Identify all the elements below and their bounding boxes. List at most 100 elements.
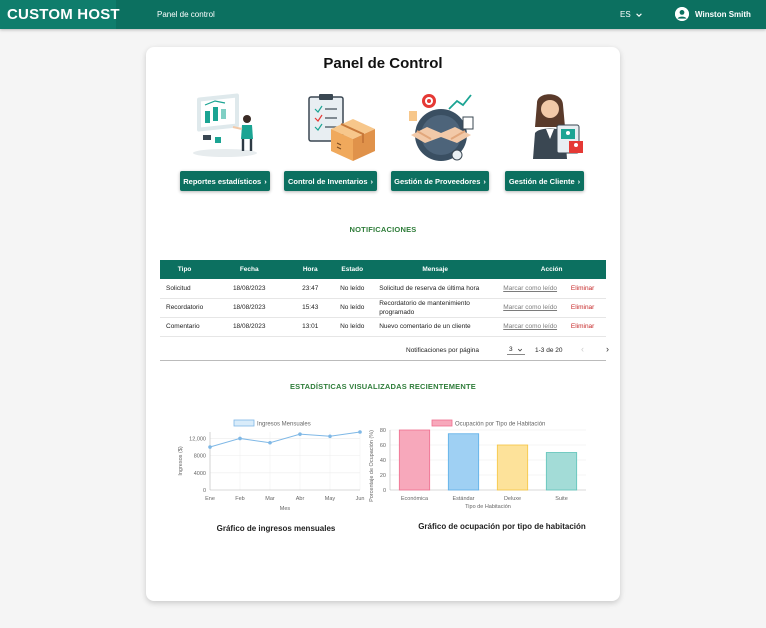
cell-tipo: Recordatorio	[160, 298, 210, 318]
x-tick-label: Ene	[205, 496, 215, 502]
tile-inventory	[286, 87, 396, 172]
statistics-reports-label: Reportes estadísticos	[183, 176, 262, 186]
mark-as-read-link[interactable]: Marcar como leído	[503, 323, 557, 330]
cell-hora: 15:43	[289, 298, 332, 318]
column-header-hora: Hora	[289, 260, 332, 279]
y-tick-label: 40	[380, 458, 386, 464]
bar	[398, 429, 431, 491]
table-row: Comentario 18/08/2023 13:01 No leído Nue…	[160, 317, 606, 337]
pagination-range: 1-3 de 20	[535, 347, 563, 354]
y-tick-label: 8000	[194, 454, 206, 460]
y-axis-title: Porcentaje de Ocupación (%)	[369, 430, 375, 502]
previous-page-icon[interactable]: ‹	[581, 344, 584, 354]
x-tick-label: Suite	[555, 496, 568, 502]
nav-link-panel[interactable]: Panel de control	[157, 0, 215, 29]
y-tick-label: 20	[380, 473, 386, 479]
inventory-control-button[interactable]: Control de Inventarios ›	[284, 171, 377, 191]
column-header-mensaje: Mensaje	[373, 260, 498, 279]
data-point	[268, 440, 272, 445]
user-name: Winston Smith	[695, 9, 751, 19]
chevron-down-icon	[517, 348, 522, 351]
data-point	[298, 432, 302, 436]
dashboard-card: Panel de Control Reportes estadísticos ›	[146, 47, 620, 601]
rows-per-page-label: Notificaciones por página	[406, 347, 479, 354]
column-header-estado: Estado	[331, 260, 374, 279]
x-axis-title: Tipo de Habitación	[465, 504, 511, 510]
bar	[496, 444, 529, 491]
cell-hora: 13:01	[289, 317, 332, 337]
suppliers-management-button[interactable]: Gestión de Proveedores ›	[391, 171, 489, 191]
y-tick-label: 80	[380, 428, 386, 434]
series-line	[209, 431, 361, 448]
y-axis-title: Ingresos ($)	[178, 446, 184, 476]
cell-accion: Marcar como leído Eliminar	[497, 317, 606, 337]
cell-tipo: Comentario	[160, 317, 210, 337]
language-label: ES	[620, 10, 631, 19]
cell-mensaje: Solicitud de reserva de última hora	[373, 279, 498, 299]
next-page-icon[interactable]: ›	[606, 344, 609, 354]
cell-accion: Marcar como leído Eliminar	[497, 298, 606, 318]
x-tick-label: Deluxe	[504, 496, 521, 502]
rows-per-page-select[interactable]: 3	[507, 345, 525, 355]
legend-label: Ocupación por Tipo de Habitación	[455, 422, 545, 428]
x-tick-label: Jun	[356, 496, 365, 502]
delete-link[interactable]: Eliminar	[571, 285, 594, 292]
cell-accion: Marcar como leído Eliminar	[497, 279, 606, 299]
client-management-button[interactable]: Gestión de Cliente ›	[505, 171, 584, 191]
user-avatar-icon	[675, 7, 689, 21]
chevron-down-icon	[635, 12, 642, 17]
suppliers-illustration-icon	[409, 94, 474, 161]
x-tick-label: May	[325, 496, 336, 502]
client-illustration-icon	[533, 94, 583, 159]
bar	[545, 452, 578, 491]
top-bar: CUSTOM HOST Panel de control ES Winston …	[0, 0, 766, 29]
mark-as-read-link[interactable]: Marcar como leído	[503, 285, 557, 292]
cell-estado: No leído	[331, 279, 374, 299]
cell-hora: 23:47	[289, 279, 332, 299]
data-point	[358, 430, 362, 434]
occupancy-caption: Gráfico de ocupación por tipo de habitac…	[418, 522, 586, 531]
column-header-fecha: Fecha	[209, 260, 290, 279]
y-tick-label: 0	[383, 488, 386, 494]
client-management-label: Gestión de Cliente	[508, 176, 575, 186]
suppliers-management-label: Gestión de Proveedores	[394, 176, 481, 186]
notifications-title: NOTIFICACIONES	[349, 225, 417, 234]
brand-logo[interactable]: CUSTOM HOST	[0, 0, 120, 29]
monthly-income-chart: Ingresos Mensuales 0 4000 8000 12,000 Ene Feb M…	[178, 419, 365, 512]
language-selector[interactable]: ES	[620, 0, 643, 29]
x-tick-label: Mar	[265, 496, 275, 502]
x-tick-label: Feb	[235, 496, 244, 502]
legend-swatch	[233, 419, 255, 427]
cell-estado: No leído	[331, 298, 374, 318]
y-tick-label: 60	[380, 443, 386, 449]
cell-fecha: 18/08/2023	[209, 298, 290, 318]
y-tick-label: 4000	[194, 471, 206, 477]
data-point	[208, 445, 212, 449]
occupancy-chart: Ocupación por Tipo de Habitación 0 20 40 60 8…	[369, 419, 586, 510]
legend-label: Ingresos Mensuales	[257, 422, 311, 428]
mark-as-read-link[interactable]: Marcar como leído	[503, 304, 557, 311]
table-pagination: Notificaciones por página 3 1-3 de 20 ‹ …	[160, 340, 609, 361]
table-header-row: Tipo Fecha Hora Estado Mensaje Acción	[160, 260, 606, 279]
tile-clients	[498, 87, 608, 172]
chevron-right-icon: ›	[483, 176, 486, 186]
rows-per-page-value: 3	[509, 346, 513, 353]
tile-suppliers	[386, 87, 496, 172]
delete-link[interactable]: Eliminar	[571, 323, 594, 330]
statistics-illustration-icon	[193, 93, 257, 157]
delete-link[interactable]: Eliminar	[571, 304, 594, 311]
chevron-right-icon: ›	[577, 176, 581, 186]
cell-tipo: Solicitud	[160, 279, 210, 299]
monthly-income-caption: Gráfico de ingresos mensuales	[216, 524, 336, 533]
cell-estado: No leído	[331, 317, 374, 337]
x-tick-label: Estándar	[452, 496, 474, 502]
statistics-reports-button[interactable]: Reportes estadísticos ›	[180, 171, 270, 191]
table-row: Recordatorio 18/08/2023 15:43 No leído R…	[160, 298, 606, 318]
legend-swatch	[431, 419, 453, 427]
tile-statistics	[170, 87, 280, 172]
inventory-control-label: Control de Inventarios	[287, 176, 368, 186]
cell-fecha: 18/08/2023	[209, 279, 290, 299]
cell-mensaje: Nuevo comentario de un cliente	[373, 317, 498, 337]
user-menu[interactable]: Winston Smith	[675, 7, 751, 21]
cell-fecha: 18/08/2023	[209, 317, 290, 337]
